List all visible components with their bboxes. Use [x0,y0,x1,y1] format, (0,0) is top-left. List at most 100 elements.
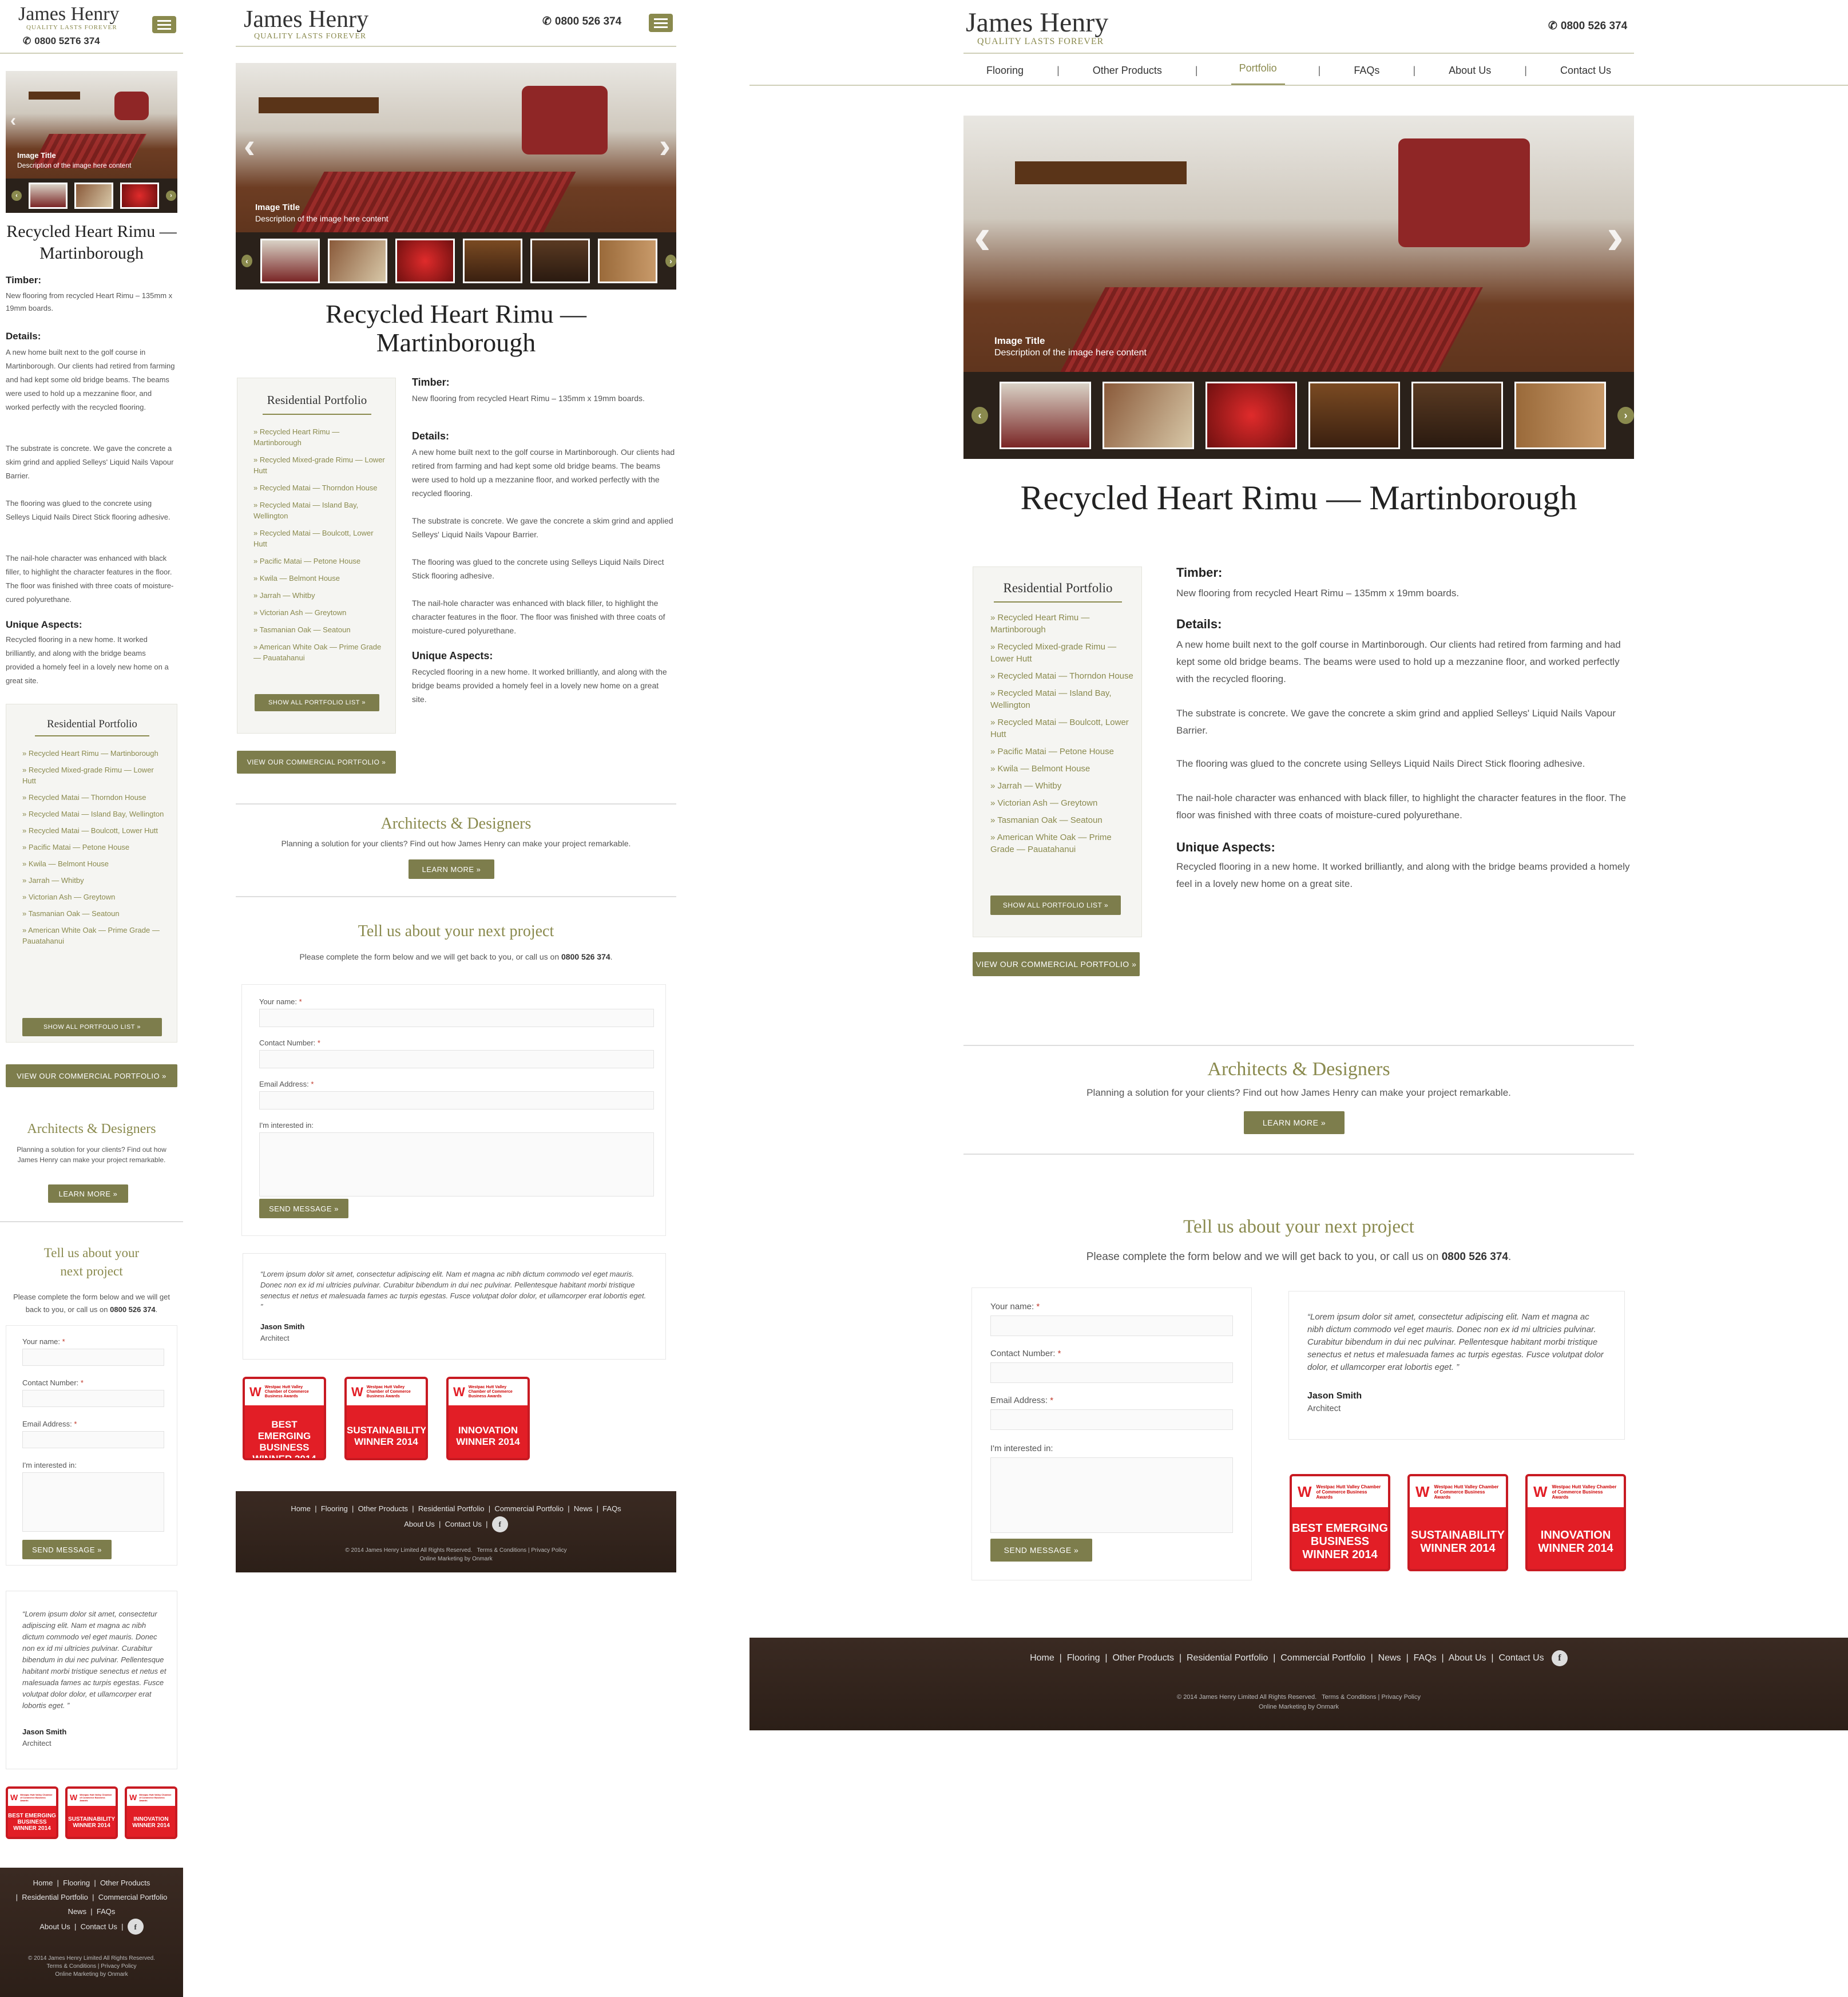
facebook-icon[interactable]: f [1551,1650,1568,1666]
footer-link[interactable]: Contact Us [1498,1653,1544,1663]
footer-link[interactable]: Flooring [1067,1653,1100,1663]
prev-arrow-icon[interactable]: ‹ [10,111,16,130]
footer-link[interactable]: News [68,1907,87,1916]
commercial-portfolio-button[interactable]: VIEW OUR COMMERCIAL PORTFOLIO » [237,751,396,774]
email-input[interactable] [22,1431,164,1448]
learn-more-button[interactable]: LEARN MORE » [48,1184,128,1203]
menu-button[interactable] [152,16,176,33]
portfolio-link[interactable]: » Victorian Ash — Greytown [22,891,165,902]
portfolio-link[interactable]: » Victorian Ash — Greytown [990,797,1133,809]
nav-item-other-products[interactable]: Other Products [1093,65,1162,77]
privacy-link[interactable]: Privacy Policy [101,1963,136,1970]
footer-link[interactable]: Other Products [358,1504,408,1513]
phone-number[interactable]: ✆ 0800 52T6 374 [23,35,100,47]
portfolio-link[interactable]: » Kwila — Belmont House [22,858,165,869]
number-input[interactable] [259,1050,654,1068]
thumbnail[interactable] [328,239,387,283]
number-input[interactable] [990,1362,1233,1383]
portfolio-link[interactable]: » Recycled Heart Rimu — Martinborough [22,748,165,759]
hero-slider[interactable]: ‹ › Image Title Description of the image… [236,63,676,290]
footer-link[interactable]: Flooring [63,1879,90,1887]
privacy-link[interactable]: Privacy Policy [1381,1694,1420,1701]
footer-link[interactable]: Other Products [1112,1653,1174,1663]
portfolio-link[interactable]: » Pacific Matai — Petone House [253,556,388,566]
commercial-portfolio-button[interactable]: VIEW OUR COMMERCIAL PORTFOLIO » [6,1064,177,1087]
facebook-icon[interactable]: f [491,1516,508,1532]
logo-name[interactable]: James Henry [18,3,120,25]
next-arrow-icon[interactable]: › [659,126,671,165]
portfolio-link[interactable]: » Pacific Matai — Petone House [990,746,1133,758]
email-input[interactable] [259,1091,654,1110]
thumb-prev-icon[interactable]: ‹ [971,407,988,424]
thumbnail[interactable] [260,239,320,283]
menu-button[interactable] [649,14,673,32]
interest-textarea[interactable] [22,1472,164,1532]
name-input[interactable] [22,1349,164,1366]
portfolio-link[interactable]: » Recycled Matai — Thorndon House [253,482,388,493]
portfolio-link[interactable]: » Tasmanian Oak — Seatoun [990,814,1133,826]
portfolio-link[interactable]: » Recycled Matai — Thorndon House [990,670,1133,682]
footer-link[interactable]: FAQs [1414,1653,1437,1663]
footer-link[interactable]: Home [291,1504,311,1513]
portfolio-link[interactable]: » American White Oak — Prime Grade — Pau… [22,925,165,946]
learn-more-button[interactable]: LEARN MORE » [409,859,494,879]
thumbnail[interactable] [463,239,522,283]
portfolio-link[interactable]: » Recycled Mixed-grade Rimu — Lower Hutt [990,641,1133,665]
portfolio-link[interactable]: » Pacific Matai — Petone House [22,842,165,853]
footer-link[interactable]: Commercial Portfolio [494,1504,564,1513]
thumbnail[interactable] [1103,382,1194,449]
portfolio-link[interactable]: » Recycled Mixed-grade Rimu — Lower Hutt [22,764,165,786]
prev-arrow-icon[interactable]: ‹ [974,207,991,266]
footer-link[interactable]: About Us [404,1520,434,1528]
number-input[interactable] [22,1390,164,1407]
portfolio-link[interactable]: » Recycled Matai — Island Bay, Wellingto… [253,500,388,521]
thumbnail[interactable] [530,239,590,283]
nav-item-portfolio[interactable]: Portfolio [1231,56,1285,86]
footer-link[interactable]: Contact Us [81,1923,117,1931]
portfolio-link[interactable]: » Recycled Matai — Boulcott, Lower Hutt [990,716,1133,740]
portfolio-link[interactable]: » Recycled Matai — Island Bay, Wellingto… [22,809,165,819]
thumb-prev-icon[interactable]: ‹ [11,191,22,201]
nav-item-faqs[interactable]: FAQs [1354,65,1379,77]
thumbnail[interactable] [598,239,657,283]
terms-link[interactable]: Terms & Conditions [1322,1694,1376,1701]
portfolio-link[interactable]: » Tasmanian Oak — Seatoun [253,624,388,635]
footer-link[interactable]: Residential Portfolio [418,1504,485,1513]
footer-link[interactable]: Home [33,1879,53,1887]
next-arrow-icon[interactable]: › [1607,207,1624,266]
thumbnail[interactable] [1514,382,1606,449]
portfolio-link[interactable]: » Jarrah — Whitby [253,590,388,601]
thumbnail[interactable] [1308,382,1400,449]
terms-link[interactable]: Terms & Conditions [477,1547,526,1554]
footer-link[interactable]: Residential Portfolio [1187,1653,1268,1663]
thumb-next-icon[interactable]: › [166,191,176,201]
terms-link[interactable]: Terms & Conditions [46,1963,96,1970]
name-input[interactable] [990,1316,1233,1336]
show-all-button[interactable]: SHOW ALL PORTFOLIO LIST » [22,1018,162,1036]
portfolio-link[interactable]: » Recycled Mixed-grade Rimu — Lower Hutt [253,454,388,476]
portfolio-link[interactable]: » Kwila — Belmont House [253,573,388,584]
portfolio-link[interactable]: » Recycled Matai — Island Bay, Wellingto… [990,687,1133,711]
portfolio-link[interactable]: » Kwila — Belmont House [990,763,1133,775]
show-all-button[interactable]: SHOW ALL PORTFOLIO LIST » [255,694,379,711]
footer-link[interactable]: Home [1030,1653,1054,1663]
privacy-link[interactable]: Privacy Policy [531,1547,566,1554]
logo-name[interactable]: James Henry [966,7,1108,38]
footer-link[interactable]: Contact Us [445,1520,482,1528]
footer-link[interactable]: FAQs [97,1907,116,1916]
thumbnail[interactable] [1205,382,1297,449]
logo-name[interactable]: James Henry [244,6,368,33]
hero-slider[interactable]: ‹ › Image Title Description of the image… [963,116,1634,459]
thumb-prev-icon[interactable]: ‹ [241,255,252,267]
nav-item-flooring[interactable]: Flooring [986,65,1024,77]
thumbnail[interactable] [74,183,113,209]
portfolio-link[interactable]: » Jarrah — Whitby [990,780,1133,792]
hero-slider[interactable]: ‹ Image Title Description of the image h… [6,71,177,213]
portfolio-link[interactable]: » Recycled Heart Rimu — Martinborough [253,426,388,448]
footer-link[interactable]: News [574,1504,593,1513]
nav-item-about-us[interactable]: About Us [1449,65,1491,77]
footer-link[interactable]: Other Products [100,1879,150,1887]
portfolio-link[interactable]: » Recycled Matai — Thorndon House [22,792,165,803]
interest-textarea[interactable] [990,1457,1233,1533]
thumb-next-icon[interactable]: › [665,255,676,267]
